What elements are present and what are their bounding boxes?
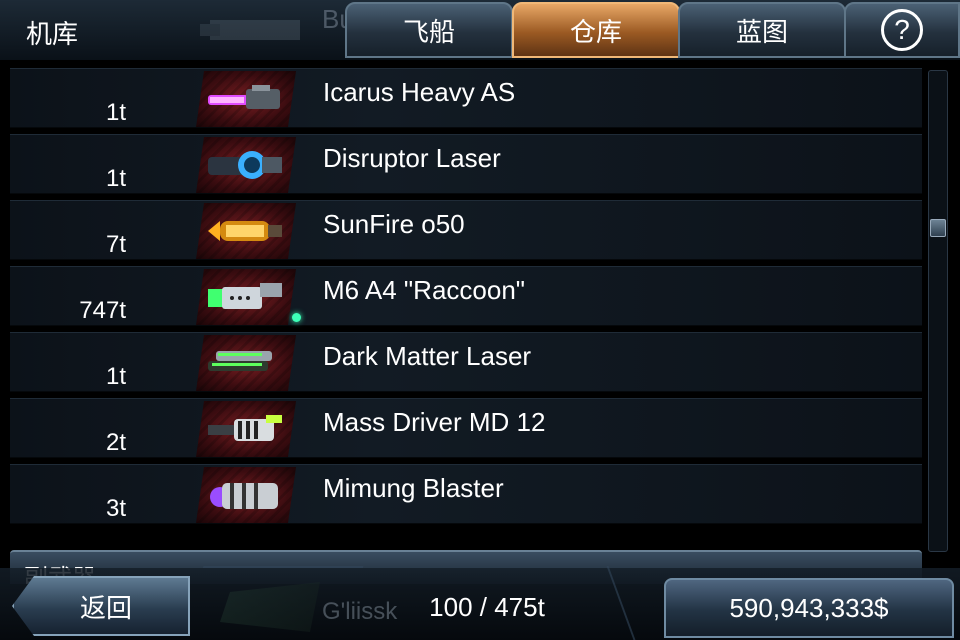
- list-item[interactable]: 3t Mimung Blaster: [10, 464, 922, 524]
- item-thumbnail: [196, 137, 296, 193]
- back-button[interactable]: 返回: [12, 576, 190, 636]
- item-name: Mimung Blaster: [323, 473, 504, 503]
- item-list[interactable]: 1t Icarus Heavy AS 1t Disruptor Laser 7t: [10, 66, 922, 550]
- ghost-item-thumbnail: [200, 2, 320, 56]
- list-item[interactable]: 7t SunFire o50: [10, 200, 922, 260]
- orange-blaster-icon: [208, 221, 282, 241]
- item-name: M6 A4 "Raccoon": [323, 275, 526, 305]
- list-item[interactable]: 1t Disruptor Laser: [10, 134, 922, 194]
- item-name: Icarus Heavy AS: [323, 77, 516, 107]
- item-quantity: 1t: [105, 363, 126, 390]
- list-item[interactable]: 1t Dark Matter Laser: [10, 332, 922, 392]
- item-quantity: 2t: [105, 429, 126, 456]
- magenta-cannon-icon: [208, 85, 280, 109]
- page-title: 机库: [26, 19, 79, 49]
- item-thumbnail: [196, 203, 296, 259]
- item-thumbnail: [196, 467, 296, 523]
- indicator-dot: [292, 313, 301, 322]
- blue-laser-icon: [208, 151, 282, 179]
- item-name: Dark Matter Laser: [323, 341, 532, 371]
- item-name: Mass Driver MD 12: [323, 407, 546, 437]
- tab-warehouse[interactable]: 仓库: [512, 2, 680, 58]
- mass-driver-icon: [208, 415, 282, 441]
- item-quantity: 1t: [105, 99, 126, 126]
- item-quantity: 747t: [79, 297, 126, 324]
- item-quantity: 7t: [105, 231, 126, 258]
- item-quantity: 1t: [105, 165, 126, 192]
- scrollbar-thumb[interactable]: [930, 219, 946, 237]
- green-laser-icon: [208, 351, 272, 371]
- tab-blueprints[interactable]: 蓝图: [678, 2, 846, 58]
- credits-display: 590,943,333$: [664, 578, 954, 638]
- tab-ships[interactable]: 飞船: [345, 2, 513, 58]
- item-thumbnail: [196, 401, 296, 457]
- help-button[interactable]: ?: [844, 2, 960, 58]
- item-quantity: 3t: [105, 495, 126, 522]
- item-name: Disruptor Laser: [323, 143, 501, 173]
- green-gun-icon: [208, 283, 282, 309]
- purple-blaster-icon: [210, 483, 278, 509]
- item-thumbnail: [196, 335, 296, 391]
- item-thumbnail: [196, 71, 296, 127]
- list-item[interactable]: 1t Icarus Heavy AS: [10, 68, 922, 128]
- scrollbar[interactable]: [928, 70, 948, 552]
- list-item[interactable]: 747t M6 A4 "Raccoon": [10, 266, 922, 326]
- cargo-capacity: 100 / 475t: [429, 592, 545, 622]
- question-mark-icon: ?: [881, 9, 923, 51]
- top-bar: Bu 机库 飞船 仓库 蓝图 ?: [0, 0, 960, 62]
- item-thumbnail: [196, 269, 296, 325]
- item-name: SunFire o50: [323, 209, 465, 239]
- list-item[interactable]: 2t Mass Driver MD 12: [10, 398, 922, 458]
